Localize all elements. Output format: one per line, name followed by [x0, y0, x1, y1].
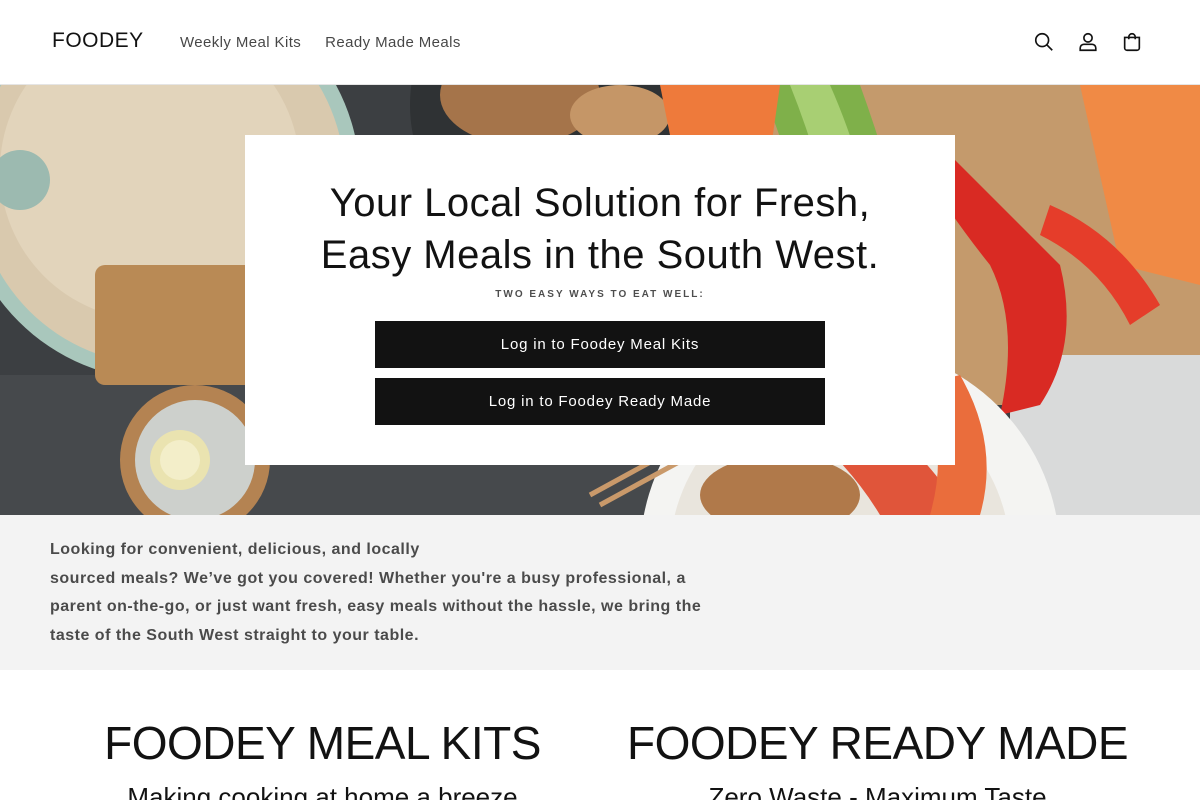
site-logo[interactable]: FOODEY [52, 29, 144, 53]
intro-section: Looking for convenient, delicious, and l… [0, 515, 1200, 670]
ready-made-heading: FOODEY READY MADE [626, 717, 1129, 769]
nav-weekly-meal-kits[interactable]: Weekly Meal Kits [168, 34, 313, 51]
site-header: FOODEY Weekly Meal Kits Ready Made Meals [0, 0, 1200, 85]
main-nav: Weekly Meal Kits Ready Made Meals [168, 0, 473, 85]
ready-made-column: FOODEY READY MADE Zero Waste - Maximum T… [615, 715, 1140, 800]
login-ready-made-button[interactable]: Log in to Foodey Ready Made [375, 378, 825, 425]
hero-subtitle: TWO EASY WAYS TO EAT WELL: [495, 289, 705, 300]
account-icon[interactable] [1066, 20, 1110, 64]
ready-made-subheading: Zero Waste - Maximum Taste [708, 782, 1047, 800]
intro-text: Looking for convenient, delicious, and l… [50, 541, 702, 645]
cart-icon[interactable] [1110, 20, 1154, 64]
login-meal-kits-button[interactable]: Log in to Foodey Meal Kits [375, 321, 825, 368]
hero-title: Your Local Solution for Fresh, Easy Meal… [320, 181, 880, 277]
meal-kits-column: FOODEY MEAL KITS Making cooking at home … [60, 715, 585, 800]
nav-ready-made-meals[interactable]: Ready Made Meals [313, 34, 473, 51]
search-icon[interactable] [1022, 20, 1066, 64]
header-icons [1022, 20, 1154, 64]
hero-banner: Your Local Solution for Fresh, Easy Meal… [0, 85, 1200, 515]
meal-kits-subheading: Making cooking at home a breeze [127, 782, 518, 800]
meal-kits-heading: FOODEY MEAL KITS [104, 717, 541, 769]
hero-card: Your Local Solution for Fresh, Easy Meal… [245, 135, 955, 465]
